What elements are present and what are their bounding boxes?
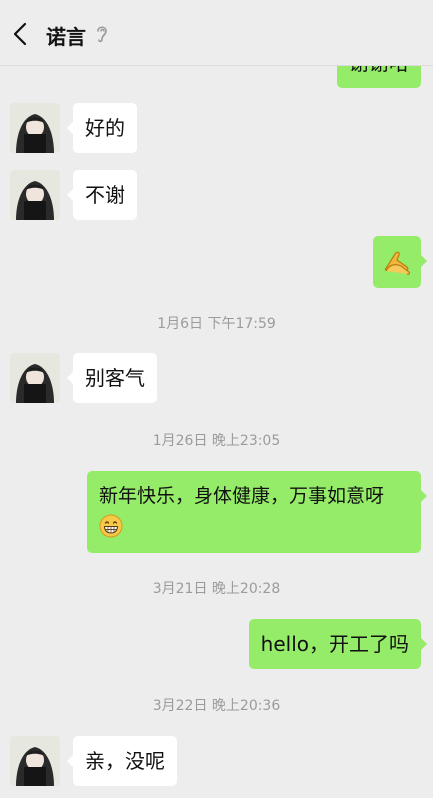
handshake-emoji <box>384 251 410 275</box>
back-button[interactable] <box>8 18 34 50</box>
message-bubble-received[interactable]: 不谢 <box>67 170 137 220</box>
message-text: 不谢 <box>85 183 125 207</box>
message-list[interactable]: 谢谢哈 好的 不谢 1月6日 下午17:59 <box>0 66 433 798</box>
timestamp: 3月21日 晚上20:28 <box>152 581 281 597</box>
chat-header: 诺言 <box>0 0 433 66</box>
chat-title[interactable]: 诺言 <box>46 21 86 50</box>
message-text: hello，开工了吗 <box>260 632 409 656</box>
avatar[interactable] <box>10 103 60 153</box>
message-bubble-sent[interactable]: hello，开工了吗 <box>248 619 428 669</box>
message-text: 谢谢哈 <box>349 66 409 75</box>
timestamp: 3月22日 晚上20:36 <box>152 698 281 714</box>
message-text: 好的 <box>85 116 125 140</box>
timestamp: 1月26日 晚上23:05 <box>152 433 281 449</box>
message-text: 新年快乐，身体健康，万事如意呀 <box>99 485 385 507</box>
grinning-face-emoji <box>99 514 123 538</box>
message-bubble-received[interactable]: 别客气 <box>67 353 157 403</box>
message-text: 别客气 <box>85 366 145 390</box>
timestamp: 1月6日 下午17:59 <box>157 316 276 332</box>
chevron-left-icon <box>13 22 27 46</box>
message-bubble-sent[interactable]: 谢谢哈 <box>337 66 421 88</box>
avatar[interactable] <box>10 736 60 786</box>
message-bubble-sent[interactable] <box>373 236 427 288</box>
message-text: 亲，没呢 <box>85 749 165 773</box>
avatar[interactable] <box>10 170 60 220</box>
message-bubble-sent[interactable]: 新年快乐，身体健康，万事如意呀 <box>87 471 427 553</box>
ear-icon <box>94 22 110 46</box>
message-bubble-received[interactable]: 亲，没呢 <box>67 736 177 786</box>
message-bubble-received[interactable]: 好的 <box>67 103 137 153</box>
avatar[interactable] <box>10 353 60 403</box>
